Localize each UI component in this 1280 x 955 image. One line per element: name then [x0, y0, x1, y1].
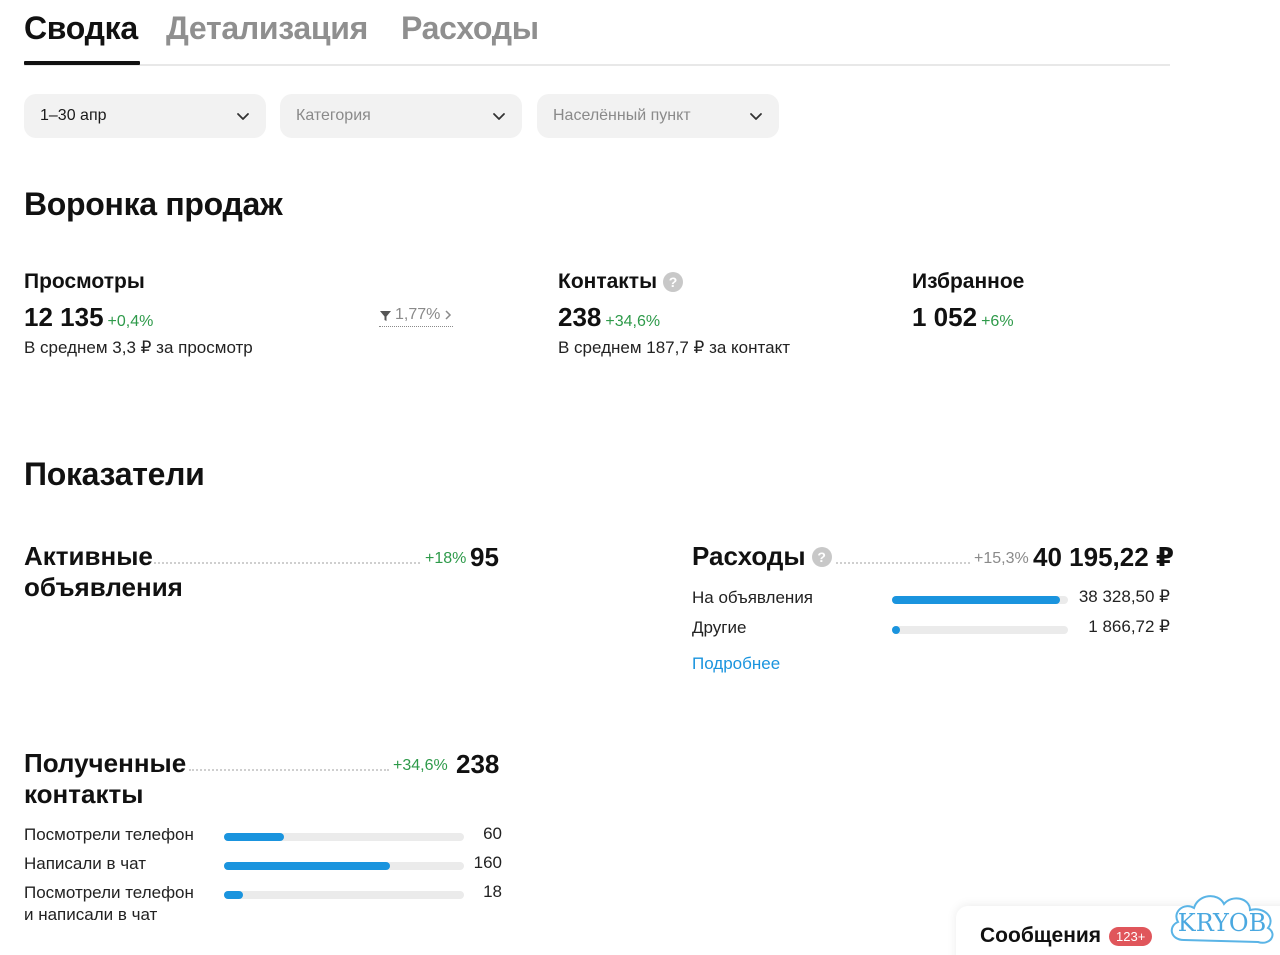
- received-contacts-title-line1: Полученные: [24, 748, 187, 778]
- contact-row-label-line1: Посмотрели телефон: [24, 825, 194, 844]
- messages-label: Сообщения: [980, 924, 1102, 947]
- contact-row-label: Посмотрели телефон и написали в чат: [24, 882, 194, 926]
- logo-text: KRYOB: [1178, 909, 1266, 937]
- active-tab-underline: [24, 61, 140, 65]
- contact-bar-fill: [224, 891, 244, 899]
- dotted-leader: [154, 562, 420, 564]
- expenses-title-row: Расходы?: [692, 541, 832, 572]
- active-ads-title-line1: Активные: [24, 541, 153, 571]
- contact-row-label: Посмотрели телефон: [24, 824, 194, 846]
- expenses-bar-fill: [892, 626, 901, 634]
- received-contacts-title: Полученные контакты: [24, 748, 186, 810]
- contact-bar-track: [224, 833, 464, 841]
- expenses-row-value: 38 328,50 ₽: [1078, 587, 1170, 606]
- contact-bar-fill: [224, 862, 390, 870]
- views-value: 12 135: [24, 302, 104, 332]
- contacts-label: Контакты: [558, 270, 658, 293]
- contacts-delta: +34,6%: [605, 313, 661, 330]
- favorites-delta: +6%: [981, 313, 1014, 330]
- help-icon[interactable]: ?: [663, 272, 684, 292]
- expenses-delta: +15,3%: [974, 550, 1029, 567]
- period-select-value: 1–30 апр: [40, 107, 107, 124]
- tab-details[interactable]: Детализация: [166, 10, 368, 47]
- chevron-down-icon: [237, 113, 249, 120]
- city-select[interactable]: Населённый пункт: [537, 94, 779, 138]
- active-ads-value: 95: [470, 542, 499, 572]
- favorites-value-row: 1 052 +6%: [912, 302, 1014, 333]
- expenses-total: 40 195,22 ₽: [1033, 542, 1174, 572]
- contact-row-label-line1: Посмотрели телефон: [24, 883, 194, 902]
- views-avg-cost: В среднем 3,3 ₽ за просмотр: [24, 338, 253, 357]
- received-contacts-title-line2: контакты: [24, 779, 144, 809]
- help-icon[interactable]: ?: [811, 547, 832, 567]
- expenses-bar-fill: [892, 596, 1060, 604]
- contacts-value-row: 238 +34,6%: [558, 302, 660, 333]
- dotted-leader: [189, 769, 389, 771]
- period-select[interactable]: 1–30 апр: [24, 94, 266, 138]
- active-ads-title: Активные объявления: [24, 541, 183, 603]
- contacts-value: 238: [558, 302, 602, 332]
- tab-expenses[interactable]: Расходы: [401, 10, 539, 47]
- indicators-heading: Показатели: [24, 456, 205, 492]
- contact-row-label-line1: Написали в чат: [24, 854, 147, 873]
- expenses-row-label: На объявления: [692, 588, 814, 607]
- expenses-bar-track: [892, 626, 1068, 634]
- contact-bar-track: [224, 891, 464, 899]
- category-select[interactable]: Категория: [280, 94, 522, 138]
- contacts-label-row: Контакты?: [558, 270, 684, 294]
- views-value-row: 12 135 +0,4%: [24, 302, 153, 333]
- contact-row-value: 60: [483, 824, 502, 843]
- expenses-bar-track: [892, 596, 1068, 604]
- contact-row-label-line2: и написали в чат: [24, 905, 158, 924]
- contact-row-label: Написали в чат: [24, 853, 146, 875]
- views-label: Просмотры: [24, 270, 145, 293]
- chevron-down-icon: [493, 113, 505, 120]
- expenses-row-label: Другие: [692, 618, 747, 637]
- received-contacts-value: 238: [456, 749, 500, 779]
- favorites-value: 1 052: [912, 302, 978, 332]
- conversion-link[interactable]: 1,77%: [379, 306, 454, 327]
- active-ads-delta: +18%: [425, 550, 467, 567]
- contact-row-value: 18: [483, 882, 502, 901]
- dotted-leader: [836, 562, 970, 564]
- contacts-avg-cost: В среднем 187,7 ₽ за контакт: [558, 338, 790, 357]
- active-ads-title-line2: объявления: [24, 572, 183, 602]
- tab-summary[interactable]: Сводка: [24, 10, 138, 47]
- views-delta: +0,4%: [107, 313, 154, 330]
- received-contacts-delta: +34,6%: [393, 757, 448, 774]
- messages-badge: 123+: [1109, 926, 1153, 946]
- conversion-value: 1,77%: [395, 306, 441, 323]
- funnel-icon: [380, 310, 391, 321]
- favorites-label: Избранное: [912, 270, 1025, 293]
- contact-bar-fill: [224, 833, 284, 841]
- contact-row-value: 160: [473, 853, 502, 872]
- contact-bar-track: [224, 862, 464, 870]
- expenses-more-link[interactable]: Подробнее: [692, 654, 780, 674]
- chevron-right-icon: [445, 310, 452, 320]
- chevron-down-icon: [750, 113, 762, 120]
- category-select-placeholder: Категория: [296, 107, 371, 124]
- tabs-bar: Сводка Детализация Расходы: [24, 0, 1170, 66]
- expenses-row-value: 1 866,72 ₽: [1088, 617, 1170, 636]
- expenses-title: Расходы: [692, 541, 806, 571]
- kryob-logo: KRYOB: [1170, 895, 1274, 944]
- city-select-placeholder: Населённый пункт: [553, 107, 691, 124]
- funnel-heading: Воронка продаж: [24, 186, 283, 222]
